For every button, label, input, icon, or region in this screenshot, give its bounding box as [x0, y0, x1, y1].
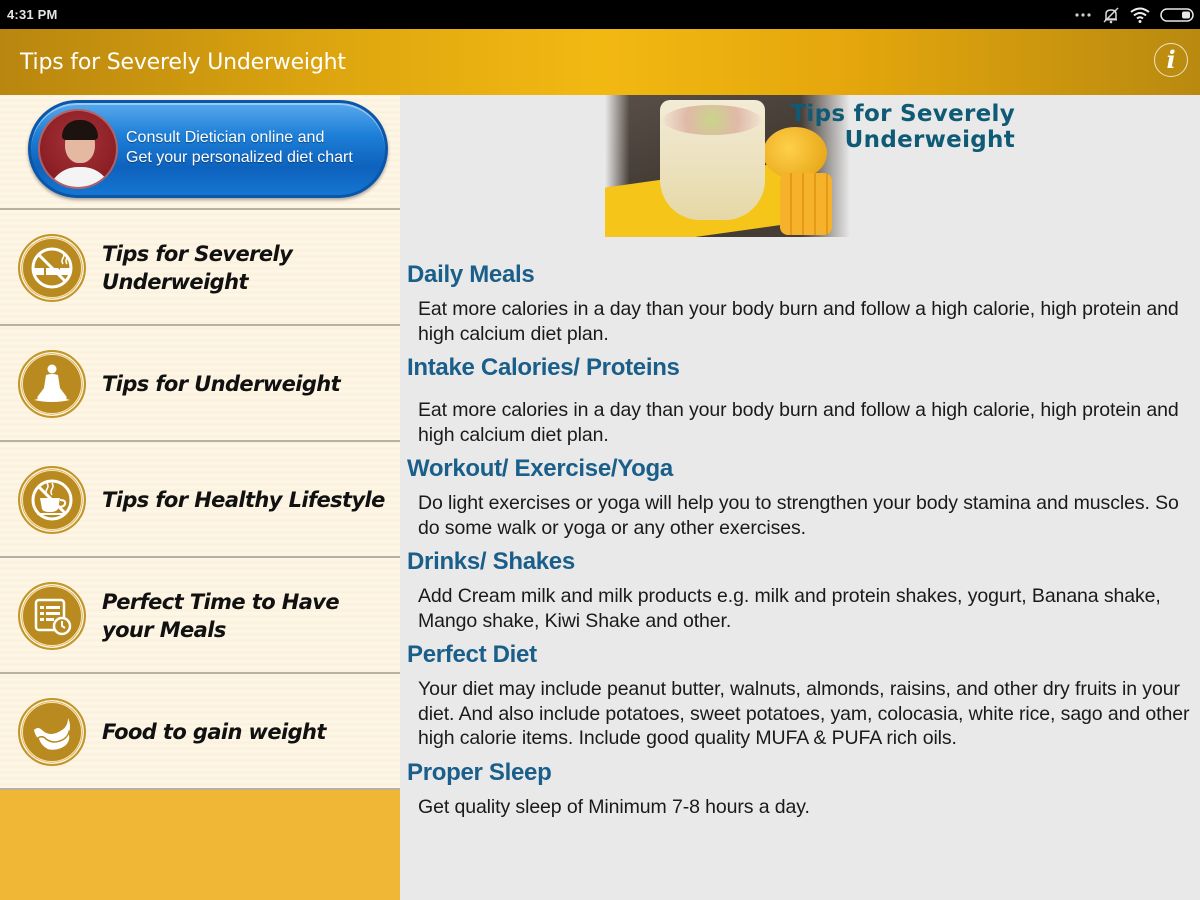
sidebar-item-label: Perfect Time to Have your Meals — [102, 590, 340, 642]
more-dots-icon — [1074, 12, 1092, 18]
article: Daily Meals Eat more calories in a day t… — [407, 259, 1192, 825]
section-heading: Daily Meals — [407, 261, 535, 288]
section-drinks-shakes: Drinks/ Shakes Add Cream milk and milk p… — [407, 546, 1192, 633]
sidebar: Consult Dietician online and Get your pe… — [0, 95, 400, 900]
sidebar-item-underweight[interactable]: Tips for Underweight — [0, 326, 400, 442]
meal-schedule-clock-icon — [18, 582, 86, 650]
no-coffee-icon — [18, 466, 86, 534]
sidebar-item-label: Tips for Severely Underweight — [102, 242, 293, 294]
section-heading: Perfect Diet — [407, 641, 537, 668]
section-body: Your diet may include peanut butter, wal… — [418, 678, 1190, 749]
section-heading: Intake Calories/ Proteins — [407, 354, 680, 381]
section-workout: Workout/ Exercise/Yoga Do light exercise… — [407, 453, 1192, 540]
info-button[interactable]: i — [1154, 43, 1188, 77]
status-bar: 4:31 PM — [0, 0, 1200, 29]
section-body: Add Cream milk and milk products e.g. mi… — [418, 585, 1161, 632]
section-proper-sleep: Proper Sleep Get quality sleep of Minimu… — [407, 757, 1192, 820]
section-intake-calories: Intake Calories/ Proteins Eat more calor… — [407, 352, 1192, 447]
sidebar-item-meal-timing[interactable]: Perfect Time to Have your Meals — [0, 558, 400, 674]
section-perfect-diet: Perfect Diet Your diet may include peanu… — [407, 639, 1192, 751]
bananas-icon — [18, 698, 86, 766]
sidebar-item-healthy-lifestyle[interactable]: Tips for Healthy Lifestyle — [0, 442, 400, 558]
consult-dietician-button[interactable]: Consult Dietician online and Get your pe… — [28, 100, 388, 198]
consult-line-1: Consult Dietician online and — [126, 129, 325, 146]
section-body: Get quality sleep of Minimum 7-8 hours a… — [418, 795, 810, 818]
section-heading: Proper Sleep — [407, 758, 552, 786]
sidebar-item-label: Tips for Underweight — [102, 372, 341, 396]
hero-title-line-1: Tips for Severely — [790, 101, 1015, 127]
app-title: Tips for Severely Underweight — [20, 50, 346, 75]
section-daily-meals: Daily Meals Eat more calories in a day t… — [407, 259, 1192, 346]
no-smoking-icon — [18, 234, 86, 302]
dietician-avatar — [38, 109, 118, 189]
sidebar-item-label: Tips for Healthy Lifestyle — [102, 488, 385, 512]
section-body: Do light exercises or yoga will help you… — [418, 492, 1179, 539]
sidebar-item-severely-underweight[interactable]: Tips for Severely Underweight — [0, 210, 400, 326]
battery-icon — [1160, 8, 1194, 22]
status-time: 4:31 PM — [7, 7, 58, 22]
hero-banner: Tips for Severely Underweight — [605, 95, 1045, 237]
yoga-meditation-icon — [18, 350, 86, 418]
section-heading: Drinks/ Shakes — [407, 548, 575, 575]
bell-muted-icon — [1102, 6, 1120, 24]
sidebar-item-food-gain-weight[interactable]: Food to gain weight — [0, 674, 400, 790]
section-body: Eat more calories in a day than your bod… — [418, 298, 1179, 345]
hero-title-line-2: Underweight — [844, 127, 1015, 153]
consult-text: Consult Dietician online and Get your pe… — [126, 128, 353, 168]
app-bar: Tips for Severely Underweight i — [0, 29, 1200, 95]
consult-row: Consult Dietician online and Get your pe… — [0, 95, 400, 210]
sidebar-list: Consult Dietician online and Get your pe… — [0, 95, 400, 790]
info-icon: i — [1166, 45, 1176, 74]
consult-line-2: Get your personalized diet chart — [126, 149, 353, 166]
sidebar-item-label: Food to gain weight — [102, 720, 326, 744]
section-body: Eat more calories in a day than your bod… — [418, 399, 1179, 446]
wifi-icon — [1130, 7, 1150, 23]
hero-title: Tips for Severely Underweight — [790, 101, 1015, 153]
section-heading: Workout/ Exercise/Yoga — [407, 455, 673, 482]
content-pane[interactable]: Tips for Severely Underweight Daily Meal… — [400, 95, 1200, 900]
status-icons — [1074, 6, 1194, 24]
